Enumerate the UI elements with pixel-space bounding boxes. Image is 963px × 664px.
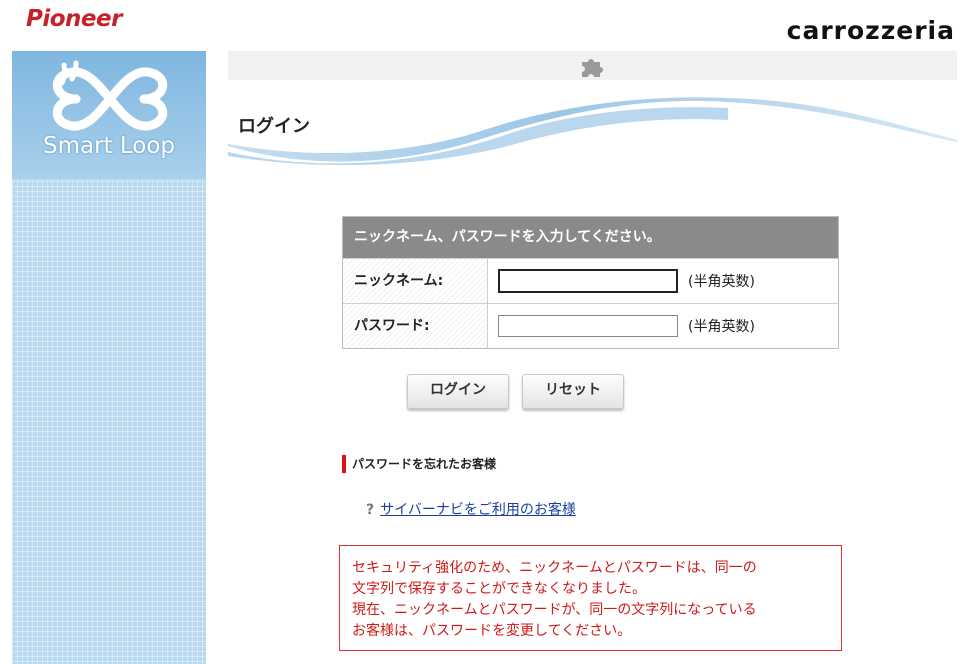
reset-button[interactable]: リセット (522, 374, 624, 409)
cybernavi-help-row: ? サイバーナビをご利用のお客様 (366, 499, 576, 519)
security-notice: セキュリティ強化のため、ニックネームとパスワードは、同一の 文字列で保存すること… (339, 545, 842, 651)
top-bar (228, 51, 957, 80)
password-label: パスワード: (343, 304, 488, 348)
nickname-note: (半角英数) (688, 274, 755, 290)
sidebar: Smart Loop (12, 51, 206, 664)
forgot-password-heading: パスワードを忘れたお客様 (342, 455, 496, 473)
login-form: ニックネーム、パスワードを入力してください。 ニックネーム: (半角英数) パス… (342, 216, 839, 349)
smart-loop-logo[interactable]: Smart Loop (12, 51, 206, 179)
pioneer-logo: Pioneer (26, 6, 122, 32)
login-button[interactable]: ログイン (407, 374, 509, 409)
notice-line: セキュリティ強化のため、ニックネームとパスワードは、同一の (352, 560, 757, 576)
notice-line: お客様は、パスワードを変更してください。 (352, 623, 632, 639)
puzzle-piece-icon (582, 59, 603, 77)
carrozzeria-logo: carrozzeria (786, 16, 955, 45)
header-wave-decoration (228, 97, 957, 166)
notice-line: 現在、ニックネームとパスワードが、同一の文字列になっている (352, 602, 757, 618)
smart-loop-logo-text: Smart Loop (42, 133, 176, 159)
nickname-label: ニックネーム: (343, 259, 488, 303)
password-input[interactable] (498, 315, 678, 337)
nickname-row: ニックネーム: (半角英数) (343, 258, 838, 303)
smart-loop-infinity-logo-icon (52, 60, 168, 131)
page-title: ログイン (238, 116, 310, 137)
notice-line: 文字列で保存することができなくなりました。 (352, 581, 646, 597)
nickname-input[interactable] (498, 269, 678, 293)
password-note: (半角英数) (688, 319, 755, 335)
cybernavi-users-link[interactable]: サイバーナビをご利用のお客様 (380, 502, 576, 518)
password-row: パスワード: (半角英数) (343, 303, 838, 348)
question-icon: ? (366, 502, 375, 518)
login-form-header: ニックネーム、パスワードを入力してください。 (343, 217, 838, 258)
